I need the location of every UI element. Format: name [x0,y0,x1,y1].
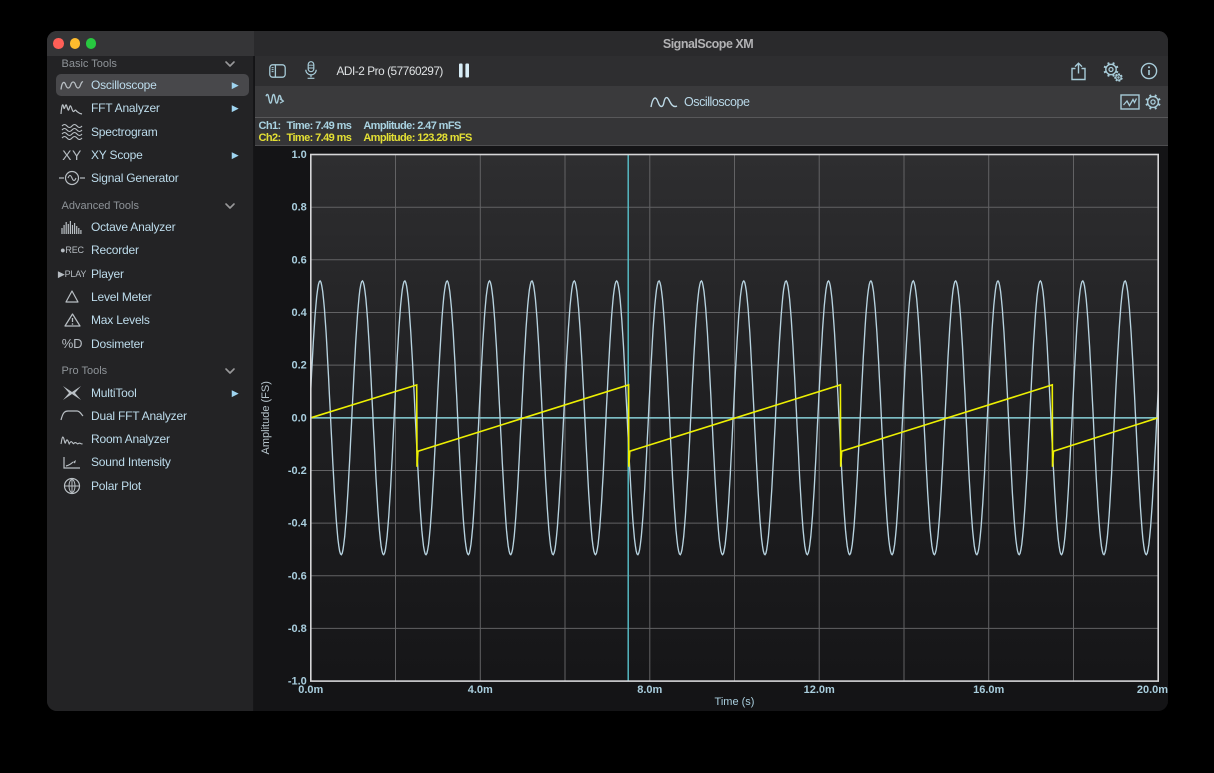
svg-text:Time (s): Time (s) [715,696,755,708]
svg-text:20.0m: 20.0m [1137,684,1168,696]
svg-text:-0.4: -0.4 [288,518,308,530]
svg-text:16.0m: 16.0m [973,684,1004,696]
svg-text:8.0m: 8.0m [637,684,662,696]
svg-text:0.4: 0.4 [292,307,308,319]
svg-text:0.2: 0.2 [292,360,307,372]
svg-text:4.0m: 4.0m [468,684,493,696]
svg-text:-0.6: -0.6 [288,570,307,582]
svg-text:0.6: 0.6 [292,254,307,266]
svg-text:-0.8: -0.8 [288,623,307,635]
svg-text:-0.2: -0.2 [288,465,307,477]
svg-text:0.0: 0.0 [292,412,307,424]
svg-text:0.0m: 0.0m [298,684,323,696]
svg-text:12.0m: 12.0m [804,684,835,696]
svg-text:Amplitude (FS): Amplitude (FS) [260,381,272,454]
svg-text:1.0: 1.0 [292,149,307,161]
svg-text:0.8: 0.8 [292,202,307,214]
